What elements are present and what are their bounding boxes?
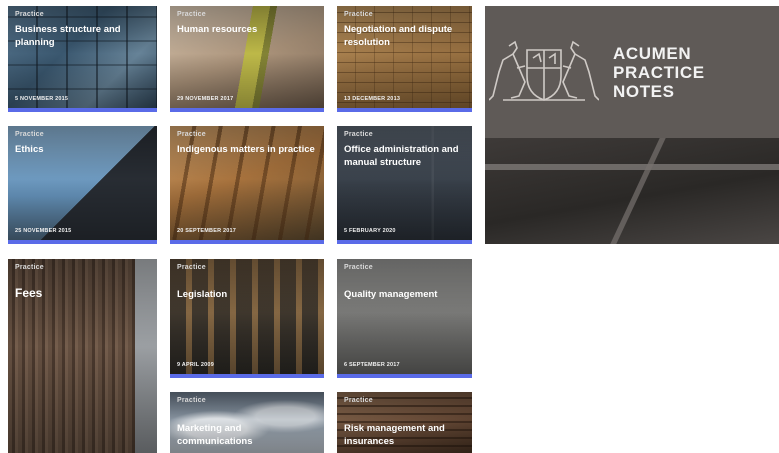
practice-card-marketing[interactable]: Practice Marketing and communications [170,392,324,453]
brand-line-2: PRACTICE [613,63,705,82]
card-category: Practice [344,264,373,271]
card-date: 20 SEPTEMBER 2017 [177,228,237,234]
acumen-practice-notes-banner[interactable]: ACUMEN PRACTICE NOTES [485,6,779,244]
practice-card-negotiation[interactable]: Practice Negotiation and dispute resolut… [337,6,472,112]
practice-card-ethics[interactable]: Practice Ethics 25 NOVEMBER 2015 [8,126,157,244]
card-title: Human resources [177,24,258,35]
card-category: Practice [15,264,44,271]
brand-line-3: NOTES [613,82,675,101]
card-category: Practice [177,397,206,404]
card-accent-bar [337,240,472,244]
card-category: Practice [344,11,373,18]
kangaroo-crest-icon [489,40,599,101]
card-title: Legislation [177,289,228,300]
card-accent-bar [170,374,324,378]
card-title: Office administration and manual structu… [344,144,459,168]
practice-card-business-structure[interactable]: Practice Business structure and planning… [8,6,157,112]
card-title: Quality management [344,289,438,300]
card-date: 5 FEBRUARY 2020 [344,228,396,234]
card-date: 9 APRIL 2009 [177,362,214,368]
card-title: Risk management and insurances [344,423,445,447]
practice-card-quality-management[interactable]: Practice Quality management 6 SEPTEMBER … [337,259,472,378]
card-category: Practice [15,11,44,18]
card-accent-bar [170,108,324,112]
card-title: Indigenous matters in practice [177,144,315,155]
card-title: Negotiation and dispute resolution [344,24,453,48]
card-category: Practice [344,131,373,138]
brand-line-1: ACUMEN [613,44,692,63]
card-date: 13 DECEMBER 2013 [344,96,401,102]
card-title: Marketing and communications [177,423,253,447]
practice-card-human-resources[interactable]: Practice Human resources 29 NOVEMBER 201… [170,6,324,112]
card-title: Ethics [15,144,44,155]
card-date: 25 NOVEMBER 2015 [15,228,72,234]
practice-card-office-administration[interactable]: Practice Office administration and manua… [337,126,472,244]
practice-card-fees[interactable]: Practice Fees [8,259,157,453]
card-category: Practice [177,131,206,138]
banner-image [485,138,779,244]
card-category: Practice [177,11,206,18]
card-date: 6 SEPTEMBER 2017 [344,362,400,368]
brand-wordmark: ACUMEN PRACTICE NOTES [613,44,705,101]
card-title: Fees [15,286,43,300]
card-date: 5 NOVEMBER 2015 [15,96,69,102]
card-category: Practice [177,264,206,271]
card-category: Practice [344,397,373,404]
practice-card-legislation[interactable]: Practice Legislation 9 APRIL 2009 [170,259,324,378]
card-accent-bar [337,108,472,112]
card-accent-bar [170,240,324,244]
card-accent-bar [337,374,472,378]
card-accent-bar [8,240,157,244]
card-date: 29 NOVEMBER 2017 [177,96,234,102]
card-title: Business structure and planning [15,24,121,48]
card-category: Practice [15,131,44,138]
practice-card-indigenous-matters[interactable]: Practice Indigenous matters in practice … [170,126,324,244]
practice-card-risk-management[interactable]: Practice Risk management and insurances [337,392,472,453]
card-accent-bar [8,108,157,112]
